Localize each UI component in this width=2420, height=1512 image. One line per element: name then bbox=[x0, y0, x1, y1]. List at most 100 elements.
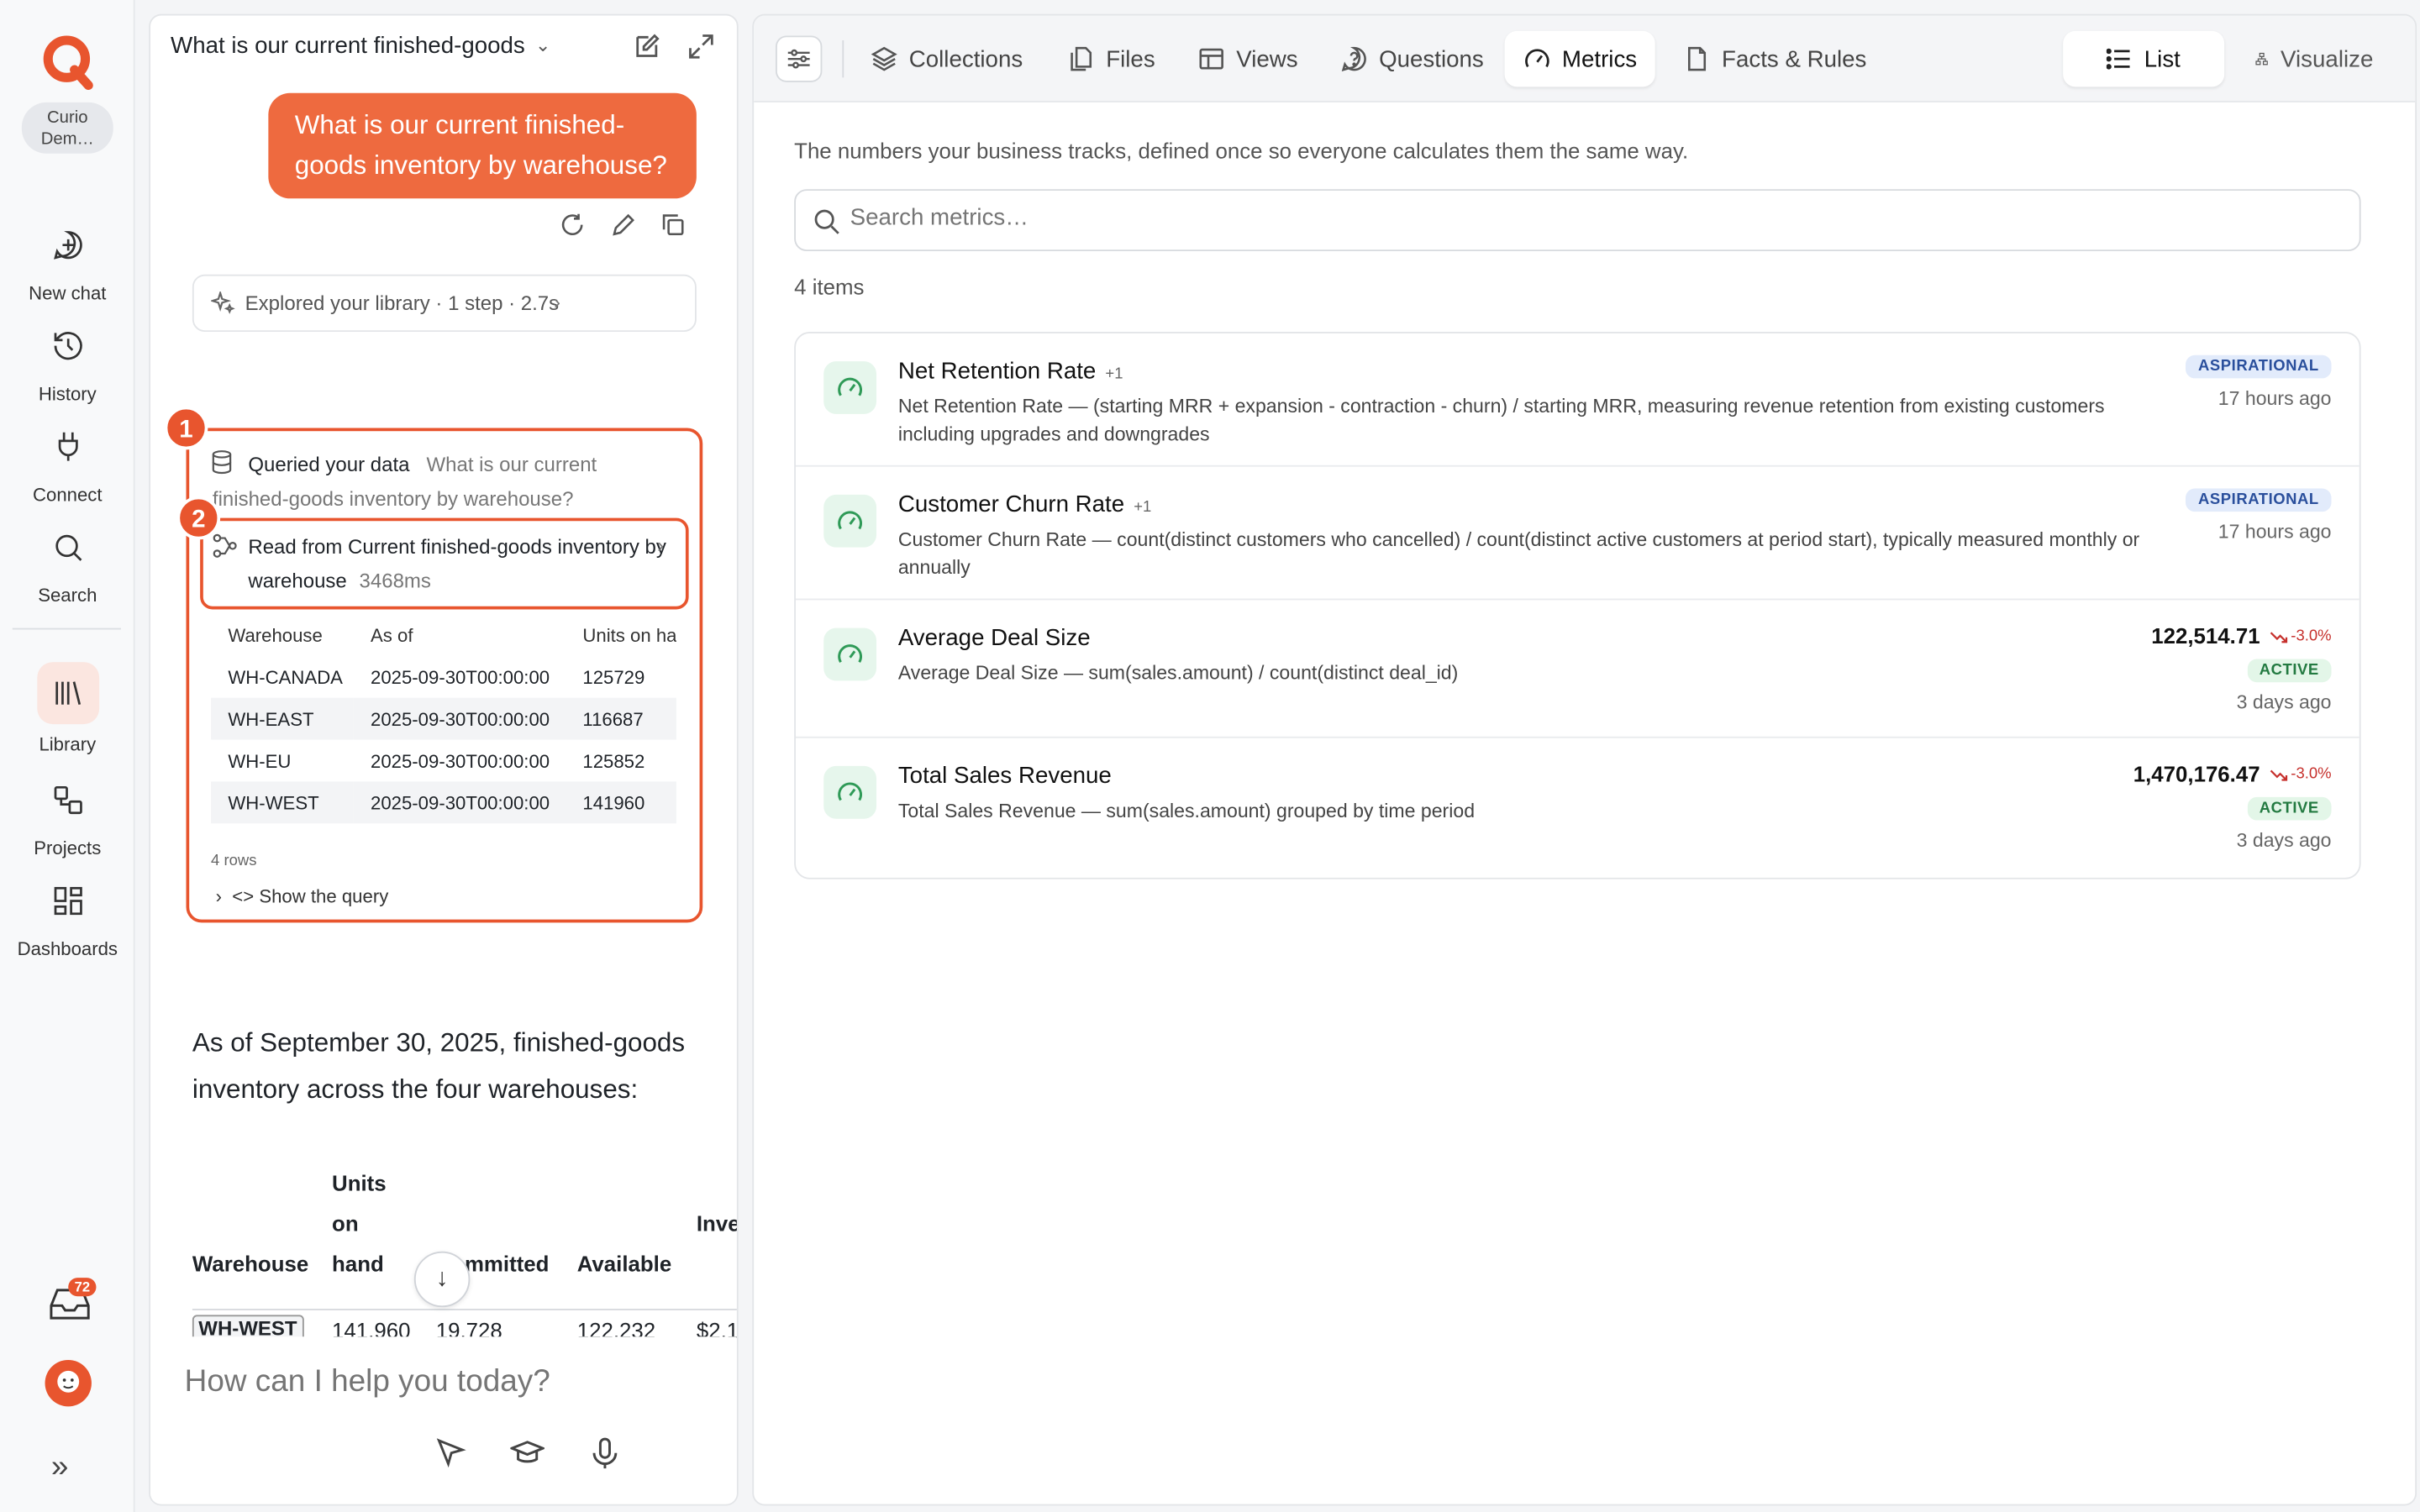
rail-dashboards-label: Dashboards bbox=[17, 937, 118, 960]
microphone-icon[interactable] bbox=[588, 1436, 623, 1470]
graduation-cap-icon[interactable] bbox=[510, 1436, 544, 1470]
metric-change: -3.0% bbox=[2269, 628, 2332, 645]
step-marker-2: 2 bbox=[176, 496, 221, 540]
list-item[interactable]: Customer Churn Rate +1 Customer Churn Rat… bbox=[795, 467, 2360, 601]
rail-dashboards[interactable]: Dashboards bbox=[0, 873, 135, 960]
table-row: WH-EAST 2025-09-30T00:00:00 116687 bbox=[211, 697, 676, 740]
metric-name[interactable]: Customer Churn Rate bbox=[898, 491, 1124, 517]
item-count: 4 items bbox=[794, 274, 865, 300]
metrics-search-input[interactable] bbox=[850, 204, 2247, 232]
metrics-list: Net Retention Rate +1 Net Retention Rate … bbox=[794, 332, 2361, 879]
expand-sidebar-icon[interactable]: » bbox=[51, 1450, 69, 1485]
projects-icon bbox=[39, 772, 95, 827]
updated-time: 3 days ago bbox=[2236, 829, 2332, 852]
metrics-description: The numbers your business tracks, define… bbox=[794, 138, 1689, 163]
pencil-icon[interactable] bbox=[609, 211, 637, 239]
rail-projects-label: Projects bbox=[34, 837, 102, 859]
updated-time: 3 days ago bbox=[2236, 691, 2332, 714]
rail-new-chat-label: New chat bbox=[29, 281, 107, 304]
layers-icon bbox=[871, 46, 897, 71]
rail-library[interactable]: Library bbox=[0, 662, 135, 755]
scroll-down-button[interactable]: ↓ bbox=[413, 1251, 471, 1308]
rail-history[interactable]: History bbox=[0, 318, 135, 405]
table-row: WH-EU 2025-09-30T00:00:00 125852 bbox=[211, 740, 676, 782]
rail-search[interactable]: Search bbox=[0, 519, 135, 606]
retry-icon[interactable] bbox=[559, 211, 587, 239]
tab-facts-rules-label: Facts & Rules bbox=[1722, 45, 1867, 72]
updated-time: 17 hours ago bbox=[2217, 387, 2332, 410]
lineage-icon bbox=[213, 533, 237, 558]
read-source-step[interactable]: Read from Current finished-goods invento… bbox=[200, 517, 689, 610]
table-cell: 125729 bbox=[582, 665, 645, 688]
list-item[interactable]: Total Sales Revenue Total Sales Revenue … bbox=[796, 738, 2360, 878]
cursor-pointer-icon[interactable] bbox=[433, 1436, 467, 1470]
chat-header: What is our current finished-goods ⌄ bbox=[150, 15, 737, 77]
library-panel: Collections Files Views Questions Metric… bbox=[752, 13, 2417, 1506]
chat-input[interactable] bbox=[184, 1364, 697, 1400]
plug-icon bbox=[39, 418, 95, 474]
list-item[interactable]: Average Deal Size Average Deal Size — su… bbox=[795, 600, 2360, 738]
show-query-label: Show the query bbox=[259, 885, 389, 907]
sliders-icon bbox=[787, 49, 810, 69]
explored-library-step[interactable]: Explored your library · 1 step · 2.7s › bbox=[192, 274, 697, 333]
list-item[interactable]: Net Retention Rate +1 Net Retention Rate … bbox=[795, 333, 2360, 467]
view-list-button[interactable]: List bbox=[2063, 30, 2225, 87]
search-icon bbox=[814, 209, 839, 234]
tab-questions[interactable]: Questions bbox=[1322, 31, 1502, 87]
rail-projects[interactable]: Projects bbox=[0, 772, 135, 859]
column-header: Warehouse bbox=[228, 624, 323, 646]
tab-views[interactable]: Views bbox=[1179, 31, 1317, 87]
composer bbox=[150, 1336, 737, 1504]
tab-collections[interactable]: Collections bbox=[851, 31, 1041, 87]
status-badge: ASPIRATIONAL bbox=[2186, 488, 2332, 512]
read-label: Read from Current finished-goods invento… bbox=[248, 534, 666, 593]
metric-extra-count: +1 bbox=[1105, 365, 1123, 383]
table-cell: 2025-09-30T00:00:00 bbox=[371, 749, 550, 772]
user-avatar[interactable] bbox=[45, 1359, 92, 1407]
answer-col-header: Inventory value bbox=[696, 1210, 739, 1236]
new-chat-icon bbox=[39, 217, 95, 272]
filter-button[interactable] bbox=[776, 35, 823, 82]
metric-name[interactable]: Average Deal Size bbox=[898, 625, 1091, 651]
metric-change-value: -3.0% bbox=[2291, 765, 2332, 784]
view-visualize-button[interactable]: Visualize bbox=[2228, 31, 2402, 87]
workspace-switcher[interactable]: Curio Dem… bbox=[21, 102, 113, 154]
arrow-down-icon: ↓ bbox=[435, 1265, 449, 1292]
metric-description: Net Retention Rate — (starting MRR + exp… bbox=[897, 395, 2105, 445]
show-query-toggle[interactable]: › <> Show the query bbox=[216, 885, 389, 907]
metric-name[interactable]: Net Retention Rate bbox=[898, 358, 1097, 384]
metric-name[interactable]: Total Sales Revenue bbox=[898, 763, 1112, 789]
trend-down-icon bbox=[2270, 631, 2287, 643]
chevron-right-icon: › bbox=[657, 533, 665, 557]
rail-connect[interactable]: Connect bbox=[0, 418, 135, 506]
document-icon bbox=[1688, 46, 1707, 71]
history-icon bbox=[39, 318, 95, 373]
assistant-answer: As of September 30, 2025, finished-goods… bbox=[192, 1027, 686, 1105]
chat-title[interactable]: What is our current finished-goods bbox=[171, 33, 525, 59]
answer-col-header: Units on hand bbox=[332, 1170, 387, 1277]
copy-icon[interactable] bbox=[660, 211, 687, 239]
chat-panel: What is our current finished-goods ⌄ Wha… bbox=[149, 13, 739, 1506]
left-rail: Curio Dem… New chat History Connect Sear… bbox=[0, 0, 135, 1512]
curio-logo-icon[interactable] bbox=[40, 34, 96, 91]
tab-metrics[interactable]: Metrics bbox=[1504, 30, 1656, 87]
rail-new-chat[interactable]: New chat bbox=[0, 217, 135, 304]
view-visualize-label: Visualize bbox=[2281, 45, 2374, 72]
column-header: Units on hand bbox=[582, 624, 676, 646]
table-icon bbox=[1199, 48, 1223, 70]
edit-icon[interactable] bbox=[631, 31, 662, 62]
tab-facts-rules[interactable]: Facts & Rules bbox=[1665, 31, 1886, 87]
tab-files[interactable]: Files bbox=[1049, 31, 1174, 87]
chevron-down-icon[interactable]: ⌄ bbox=[535, 34, 551, 56]
chevron-right-icon: › bbox=[215, 885, 222, 907]
status-badge: ACTIVE bbox=[2246, 796, 2332, 821]
gauge-icon bbox=[1525, 49, 1549, 68]
table-row: WH-CANADA 2025-09-30T00:00:00 125729 bbox=[211, 656, 676, 698]
table-cell: 116687 bbox=[566, 697, 676, 740]
queried-data-step[interactable]: Queried your data What is our current fi… bbox=[213, 448, 678, 516]
column-header: As of bbox=[371, 624, 413, 646]
tab-files-label: Files bbox=[1106, 45, 1155, 72]
table-cell: 2025-09-30T00:00:00 bbox=[353, 697, 566, 740]
view-list-label: List bbox=[2144, 45, 2181, 72]
expand-icon[interactable] bbox=[686, 31, 717, 62]
